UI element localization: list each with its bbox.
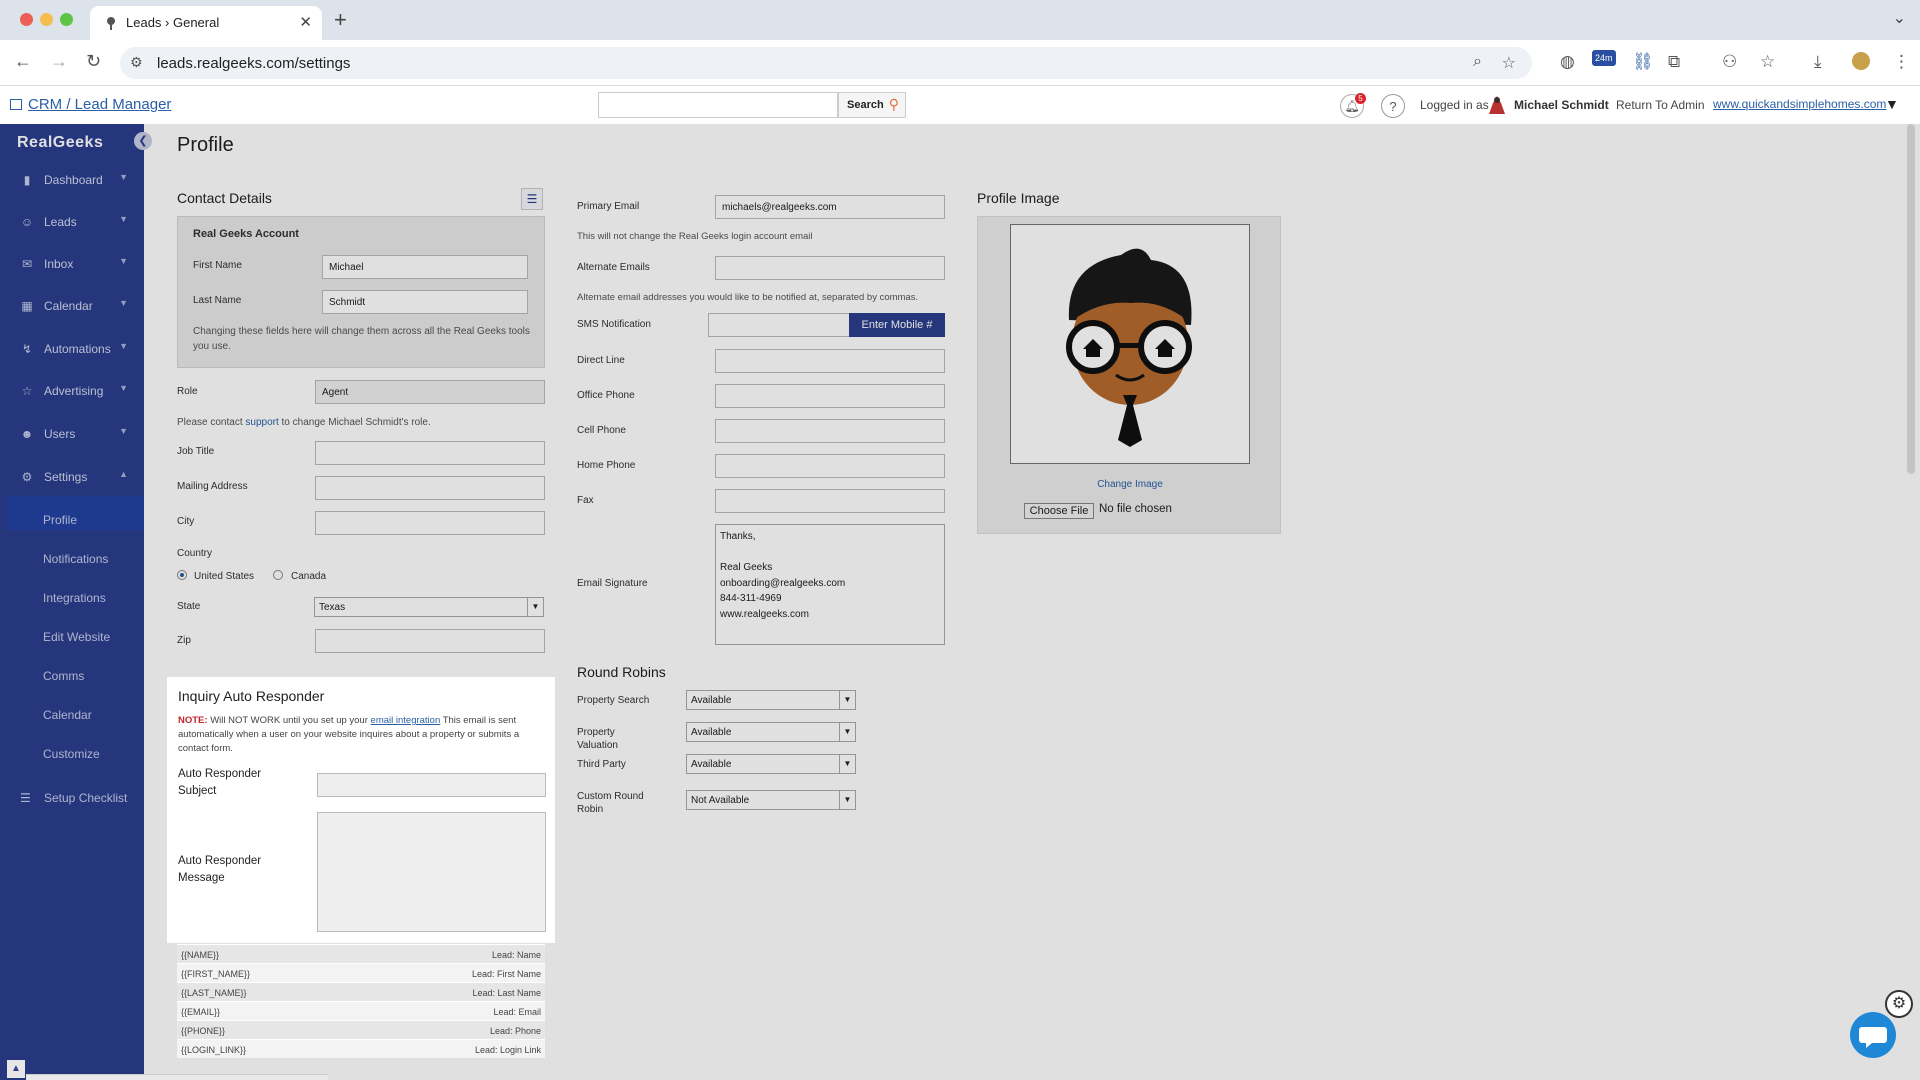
token-row: {{FIRST_NAME}} Lead: First Name — [177, 963, 545, 982]
zoom-icon[interactable]: ⌕ — [1473, 53, 1482, 71]
token-description: Lead: Email — [493, 1007, 541, 1017]
link-icon[interactable]: ⛓ — [1632, 52, 1654, 72]
auto-responder-message-field[interactable] — [317, 812, 546, 932]
return-to-admin-link[interactable]: Return To Admin — [1616, 98, 1705, 112]
token-row: {{PHONE}} Lead: Phone — [177, 1020, 545, 1039]
auto-responder-subject-label: Auto Responder Subject — [178, 768, 262, 797]
user-avatar-icon — [1489, 96, 1505, 114]
bottom-strip — [26, 1074, 328, 1080]
token-row: {{LOGIN_LINK}} Lead: Login Link — [177, 1039, 545, 1058]
note-text-a: Will NOT WORK until you set up your — [210, 715, 368, 726]
page-scrollbar[interactable] — [1907, 124, 1915, 474]
focus-overlay-left — [0, 677, 167, 943]
token-description: Lead: First Name — [471, 969, 541, 979]
profile-avatar-icon[interactable] — [1852, 52, 1870, 70]
user-name: Michael Schmidt — [1514, 98, 1609, 112]
site-domain-link[interactable]: www.quickandsimplehomes.com — [1713, 97, 1886, 111]
token-key: {{LAST_NAME}} — [181, 988, 247, 998]
download-icon[interactable]: ⤓ — [1814, 52, 1822, 72]
token-description: Lead: Last Name — [472, 988, 541, 998]
favicon-icon — [107, 17, 115, 30]
extension-timer-badge[interactable]: 24m — [1592, 50, 1616, 66]
token-key: {{EMAIL}} — [181, 1007, 221, 1017]
top-search-button[interactable]: Search ⚲ — [838, 92, 906, 118]
site-info-icon[interactable]: ⚙ — [130, 54, 143, 71]
token-row: {{EMAIL}} Lead: Email — [177, 1001, 545, 1020]
extensions-puzzle-icon[interactable]: ⧉ — [1668, 52, 1680, 72]
inquiry-auto-responder-panel: Inquiry Auto Responder NOTE: Will NOT WO… — [167, 677, 555, 943]
token-key: {{FIRST_NAME}} — [181, 969, 251, 979]
minimize-window-button[interactable] — [40, 13, 53, 26]
token-key: {{LOGIN_LINK}} — [181, 1045, 247, 1055]
token-description: Lead: Phone — [489, 1026, 541, 1036]
close-window-button[interactable] — [20, 13, 33, 26]
tab-close-icon[interactable]: ✕ — [299, 13, 312, 31]
crm-lead-manager-link[interactable]: CRM / Lead Manager — [28, 96, 171, 113]
search-button-label: Search — [847, 99, 884, 111]
token-key: {{PHONE}} — [181, 1026, 226, 1036]
forward-icon[interactable]: → — [50, 51, 68, 72]
tab-search-icon[interactable]: ⌄ — [1893, 8, 1906, 28]
focus-overlay-top — [0, 124, 1920, 677]
auto-responder-subject-field[interactable] — [317, 773, 546, 797]
notification-count-badge: 5 — [1355, 93, 1366, 104]
scroll-top-icon[interactable]: ▲ — [7, 1060, 25, 1078]
browser-menu-icon[interactable]: ⋮ — [1893, 52, 1910, 72]
logged-in-label: Logged in as — [1420, 98, 1489, 112]
back-icon[interactable]: ← — [14, 51, 32, 72]
search-icon: ⚲ — [888, 96, 899, 112]
token-key: {{NAME}} — [181, 950, 220, 960]
token-row: {{NAME}} Lead: Name — [177, 944, 545, 963]
email-integration-link[interactable]: email integration — [371, 715, 441, 726]
new-tab-icon[interactable]: + — [334, 7, 347, 33]
site-dropdown-icon[interactable]: ▼ — [1885, 96, 1899, 112]
token-description: Lead: Login Link — [474, 1045, 541, 1055]
reload-icon[interactable]: ↻ — [86, 51, 101, 72]
focus-overlay-right — [555, 677, 1920, 943]
app-header: CRM / Lead Manager Search ⚲ 🔔︎ 5 ? Logge… — [0, 86, 1920, 124]
help-icon[interactable]: ? — [1381, 94, 1405, 118]
incognito-icon[interactable]: ⚇ — [1722, 52, 1737, 72]
bookmark-star-icon[interactable]: ☆ — [1502, 53, 1516, 73]
maximize-window-button[interactable] — [60, 13, 73, 26]
inquiry-title: Inquiry Auto Responder — [178, 688, 325, 704]
browser-tab-bar: Leads › General ✕ + ⌄ — [0, 0, 1920, 40]
tab-title: Leads › General — [126, 15, 220, 30]
crm-icon — [10, 99, 22, 110]
url-text: leads.realgeeks.com/settings — [157, 55, 351, 72]
address-bar[interactable]: ⚙ leads.realgeeks.com/settings ⌕ ☆ — [120, 47, 1532, 79]
note-label: NOTE: — [178, 715, 208, 726]
token-row: {{LAST_NAME}} Lead: Last Name — [177, 982, 545, 1001]
chat-bubble-icon[interactable] — [1850, 1012, 1896, 1058]
auto-responder-message-label: Auto Responder Message — [178, 855, 262, 884]
token-description: Lead: Name — [491, 950, 541, 960]
merge-tokens-table: {{NAME}} Lead: Name {{FIRST_NAME}} Lead: Fi… — [177, 944, 545, 1058]
extension-shield-icon[interactable]: ◍ — [1560, 52, 1575, 72]
browser-tab[interactable]: Leads › General ✕ — [90, 6, 322, 40]
top-search-input[interactable] — [598, 92, 838, 118]
bookmarks-icon[interactable]: ☆ — [1760, 52, 1775, 72]
inquiry-note: NOTE: Will NOT WORK until you set up you… — [178, 714, 548, 756]
